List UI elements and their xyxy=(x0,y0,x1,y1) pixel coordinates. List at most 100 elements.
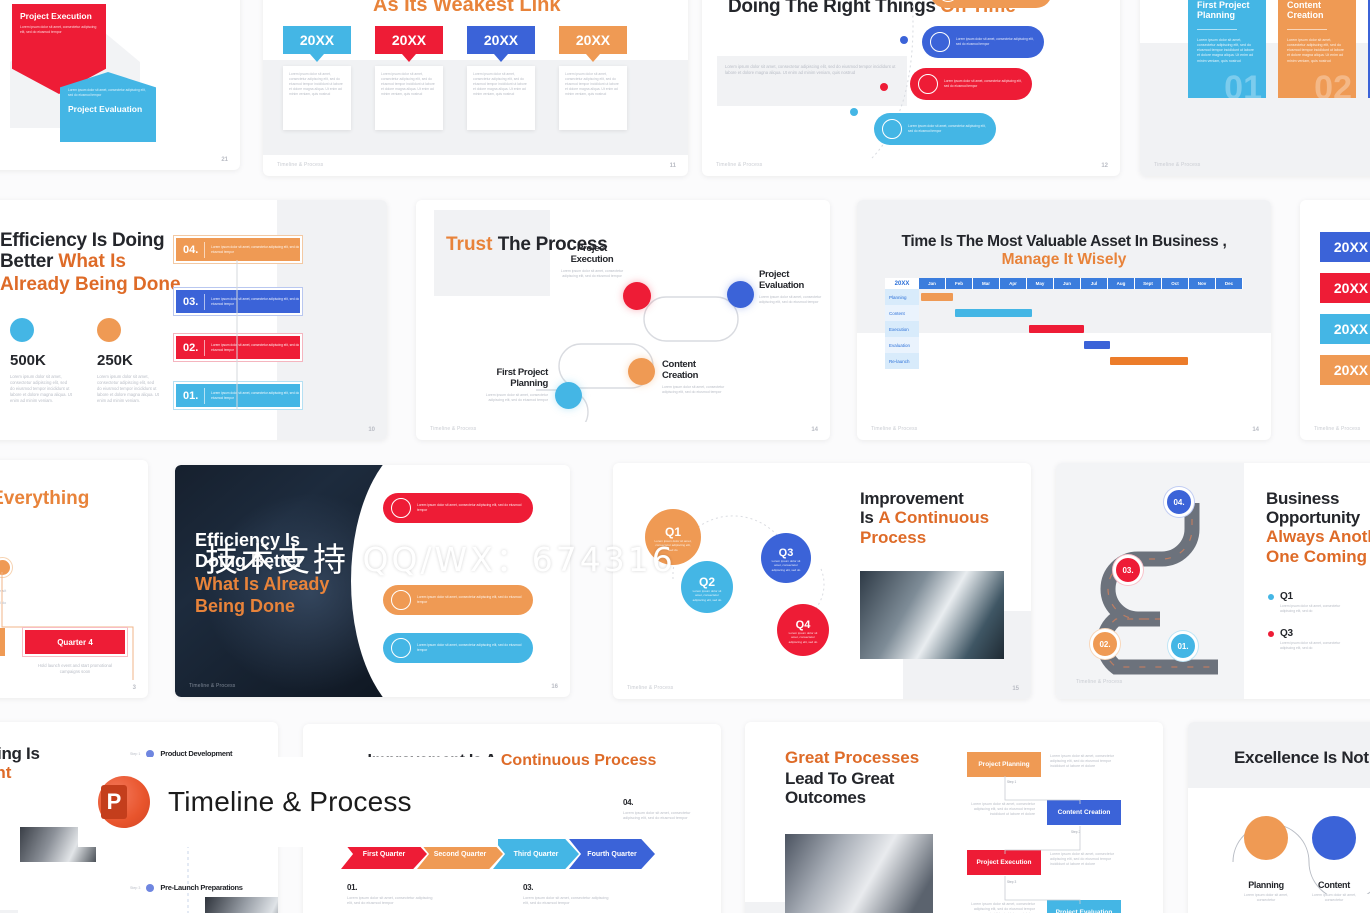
circle-desc: Lorem ipsum dolor sit amet, consectetur … xyxy=(771,558,801,572)
architecture-photo xyxy=(860,571,1004,659)
step-number: 01. xyxy=(183,389,199,402)
slide-title-line2a: Is xyxy=(860,508,874,528)
road-stop-02[interactable]: 02. xyxy=(1090,629,1120,659)
node-label-block: Project Evaluation Lorem ipsum dolor sit… xyxy=(759,269,829,305)
slide-thumbnail[interactable]: Is Everything Lorem ipsum dolor sit amet… xyxy=(0,460,148,698)
gantt-month: Feb xyxy=(946,278,973,289)
slide-title-line3: Outcomes xyxy=(785,787,866,807)
gantt-month: Jan xyxy=(919,278,946,289)
pointer-triangle xyxy=(402,54,416,62)
circle-q4[interactable]: Q4 Lorem ipsum dolor sit amet, consectet… xyxy=(777,604,829,656)
slide-thumbnail[interactable]: Trust The Process Project Execution Lore… xyxy=(416,200,830,440)
slide-thumbnail[interactable]: As Its Weakest Link 20XX Lorem ipsum dol… xyxy=(263,0,688,176)
chevron-quarter-4[interactable]: Fourth Quarter xyxy=(569,839,655,869)
pill-item[interactable]: Lorem ipsum dolor sit amet, consectetur … xyxy=(922,26,1044,58)
slide-thumbnail[interactable]: Efficiency Is Doing Better What Is Alrea… xyxy=(0,200,387,440)
stat-value: 500K xyxy=(10,352,46,369)
slide-gallery: Q3 Q4 Project Execution Lorem ipsum dolo… xyxy=(0,0,1370,913)
number-desc: Lorem ipsum dolor sit amet, consectetur … xyxy=(523,895,609,906)
circle-q2[interactable]: Q2 Lorem ipsum dolor sit amet, consectet… xyxy=(681,561,733,613)
step-dot xyxy=(146,884,155,893)
legend-label: Q3 xyxy=(1280,628,1293,640)
road-stop-01[interactable]: 01. xyxy=(1168,631,1198,661)
legend-desc: Lorem ipsum dolor sit amet, consectetur … xyxy=(1280,604,1341,614)
column-card[interactable]: Content Creation Lorem ipsum dolor sit a… xyxy=(1278,0,1356,98)
gear-icon xyxy=(391,498,411,518)
page-number: 14 xyxy=(811,427,818,433)
pill-text: Lorem ipsum dolor sit amet, consectetur … xyxy=(417,643,522,652)
gantt-row-label: Planning xyxy=(885,289,919,305)
stat-value: 250K xyxy=(97,352,133,369)
quarter-label: Quarter 4 xyxy=(57,637,93,647)
slide-thumbnail[interactable]: Efficiency Is Doing Better What Is Alrea… xyxy=(175,465,570,697)
bulb-icon xyxy=(1244,816,1288,860)
gantt-row: Execution xyxy=(885,321,1243,337)
watermark-text: 技术支持 QQ/WX：674316 xyxy=(205,540,676,579)
column-card[interactable]: First Project Planning Lorem ipsum dolor… xyxy=(1188,0,1266,98)
circle-q3[interactable]: Q3 Lorem ipsum dolor sit amet, consectet… xyxy=(761,533,811,583)
gantt-month: Apr xyxy=(1000,278,1027,289)
pill-text: Lorem ipsum dolor sit amet, consectetur … xyxy=(417,595,522,604)
gantt-row: Content xyxy=(885,305,1243,321)
year-card[interactable]: 20XX Lorem ipsum dolor sit amet, consect… xyxy=(375,26,443,130)
year-card-desc: Lorem ipsum dolor sit amet, consectetur … xyxy=(381,72,435,96)
circle-desc: Lorem ipsum dolor sit amet, consectetur … xyxy=(788,630,818,644)
item-content: Content Lorem ipsum dolor sit amet, cons… xyxy=(1304,880,1364,903)
gantt-bar xyxy=(1084,341,1111,349)
year-badge: 20XX xyxy=(1320,232,1370,262)
step-label: Pre-Launch Preparations xyxy=(160,883,243,892)
gantt-chart: 20XX Jan Feb Mar Apr May Jun Jul Aug Sep… xyxy=(885,278,1243,369)
slide-thumbnail[interactable]: Lorem ipsum dolor sit amet, consectetur … xyxy=(1140,0,1370,176)
road-stop-03[interactable]: 03. xyxy=(1113,555,1143,585)
chevron-quarter-3[interactable]: Third Quarter xyxy=(493,839,579,869)
node-label-block: First Project Planning Lorem ipsum dolor… xyxy=(476,367,549,403)
column-number: 02 xyxy=(1314,69,1352,98)
rocket-icon xyxy=(391,638,411,658)
timeline-step-3[interactable]: Step 3 Pre-Launch Preparations xyxy=(130,883,243,893)
quarter-desc: Hold launch event and start promotional … xyxy=(37,663,113,675)
year-card[interactable]: 20XX Lorem ipsum dolor sit amet, consect… xyxy=(467,26,535,130)
step-desc: Lorem ipsum dolor sit amet, consectetur … xyxy=(211,390,300,400)
slide-thumbnail[interactable]: Great Processes Lead To Great Outcomes P… xyxy=(745,722,1163,913)
stop-number: 04. xyxy=(1173,497,1185,507)
slide-footer: Timeline & Process xyxy=(430,426,477,432)
pill-item[interactable]: Lorem ipsum dolor sit amet, consectetur … xyxy=(383,585,533,615)
slide-thumbnail[interactable]: 04. 03. 02. 01. Business Opportunity Alw… xyxy=(1056,463,1370,699)
stop-number: 02. xyxy=(1099,639,1111,649)
year-card[interactable]: 20XX Lorem ipsum dolor sit amet, consect… xyxy=(283,26,351,130)
slide-footer: Timeline & Process xyxy=(871,426,918,432)
pill-item[interactable]: Lorem ipsum dolor sit amet, consectetur … xyxy=(930,0,1052,8)
ppt-title: Timeline & Process xyxy=(168,786,412,817)
slide-footer: Timeline & Process xyxy=(1314,426,1361,432)
step-index: Step 3 xyxy=(130,885,141,890)
node-title: Content Creation xyxy=(662,359,699,381)
legend-item-q1: Q1 Lorem ipsum dolor sit amet, consectet… xyxy=(1268,591,1354,614)
column-desc: Lorem ipsum dolor sit amet, consectetur … xyxy=(1197,37,1254,63)
step-number: 03. xyxy=(183,295,199,308)
gantt-row: Re-launch xyxy=(885,353,1243,369)
year-card[interactable]: 20XX Lorem ipsum dolor sit amet, consect… xyxy=(559,26,627,130)
card-title: Project Execution xyxy=(20,11,92,21)
pill-item[interactable]: Lorem ipsum dolor sit amet, consectetur … xyxy=(910,68,1032,100)
quarter-card-red[interactable]: Quarter 4 xyxy=(23,628,127,656)
slide-thumbnail[interactable]: Time Is The Most Valuable Asset In Busin… xyxy=(857,200,1271,440)
slide-thumbnail[interactable]: Q3 Q4 Project Execution Lorem ipsum dolo… xyxy=(0,0,240,170)
pill-item[interactable]: Lorem ipsum dolor sit amet, consectetur … xyxy=(874,113,996,145)
slide-title-dark: Timing Is xyxy=(0,744,40,763)
slide-thumbnail[interactable]: Q1 Lorem ipsum dolor sit amet, consectet… xyxy=(613,463,1031,699)
number-desc: Lorem ipsum dolor sit amet, consectetur … xyxy=(623,810,691,821)
quarter-card-orange[interactable] xyxy=(0,628,5,656)
pill-item[interactable]: Lorem ipsum dolor sit amet, consectetur … xyxy=(383,493,533,523)
gantt-bar xyxy=(1029,325,1085,333)
flow-label: Project Planning xyxy=(978,761,1030,768)
slide-thumbnail[interactable]: Excellence Is Not Planning Lorem ipsum d… xyxy=(1188,722,1370,913)
slide-thumbnail[interactable]: 20XX 20XX 20XX 20XX Timeline & Process xyxy=(1300,200,1370,440)
road-stop-04[interactable]: 04. xyxy=(1164,487,1194,517)
stat-block: 500K Lorem ipsum dolor sit amet, consect… xyxy=(10,318,72,404)
pill-item[interactable]: Lorem ipsum dolor sit amet, consectetur … xyxy=(383,633,533,663)
slide-thumbnail[interactable]: Doing The Right Things On Time Lorem ips… xyxy=(702,0,1120,176)
card-desc: Lorem ipsum dolor sit amet, consectetur … xyxy=(20,25,97,34)
circle-label: Q4 xyxy=(795,618,811,631)
step-item-04[interactable]: 04. Lorem ipsum dolor sit amet, consecte… xyxy=(174,236,302,263)
page-number: 21 xyxy=(221,157,228,163)
